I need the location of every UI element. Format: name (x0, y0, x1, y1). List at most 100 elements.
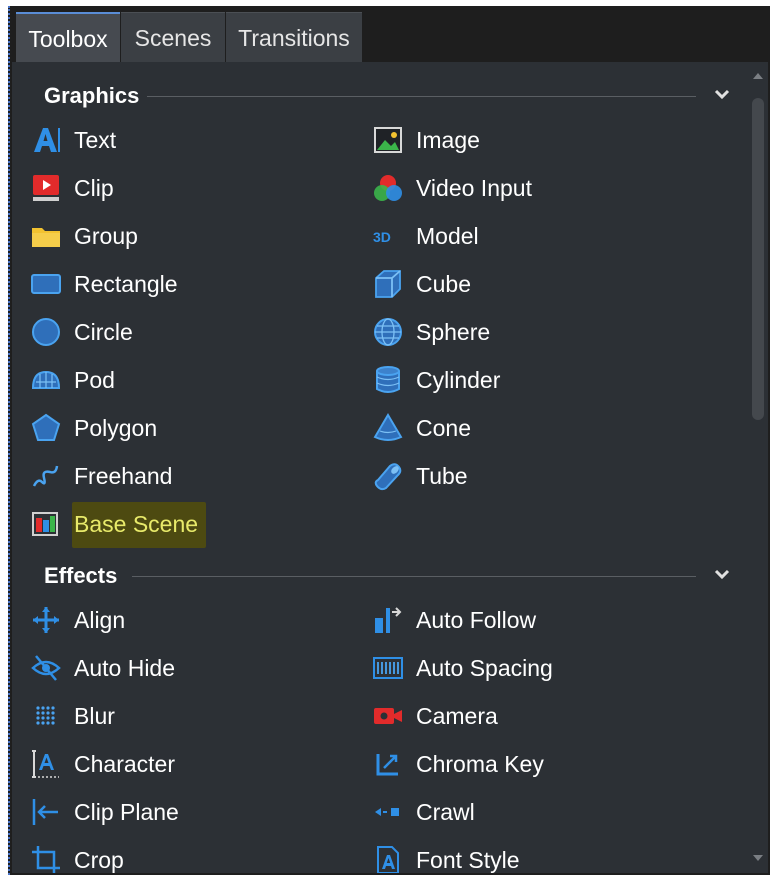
section-divider (132, 576, 696, 577)
circle-icon (32, 318, 60, 346)
effect-label: Auto Spacing (416, 655, 553, 681)
tool-image[interactable]: Image (372, 118, 692, 162)
clip-plane-icon (32, 799, 58, 825)
graphics-section-title: Graphics (44, 78, 148, 114)
tool-clip[interactable]: Clip (30, 166, 350, 210)
tool-tube[interactable]: Tube (372, 454, 692, 498)
effect-crawl[interactable]: Crawl (372, 790, 692, 834)
effect-label: Character (74, 751, 175, 777)
effect-label: Crop (74, 847, 124, 873)
tool-label: Model (416, 223, 479, 249)
polygon-icon (31, 413, 61, 441)
text-icon (34, 128, 60, 152)
cone-icon (373, 413, 403, 441)
crawl-icon (375, 808, 399, 816)
tool-label: Cylinder (416, 367, 501, 393)
tab-toolbox[interactable]: Toolbox (16, 12, 120, 64)
font-style-icon (377, 846, 399, 873)
3d-model-icon: 3D (373, 229, 391, 245)
tool-label: Sphere (416, 319, 491, 345)
effect-clip-plane[interactable]: Clip Plane (30, 790, 350, 834)
effects-section-title: Effects (44, 558, 126, 594)
tool-label: Text (74, 127, 117, 153)
effect-auto-hide[interactable]: Auto Hide (30, 646, 350, 690)
tool-label: Clip (74, 175, 114, 201)
svg-text:3D: 3D (373, 229, 391, 245)
tool-label: Cone (416, 415, 471, 441)
align-icon (33, 607, 59, 633)
folder-icon (32, 228, 60, 247)
vertical-scrollbar[interactable] (748, 62, 768, 873)
effect-font-style[interactable]: Font Style (372, 838, 692, 873)
effect-align[interactable]: Align (30, 598, 350, 642)
tool-pod[interactable]: Pod (30, 358, 350, 402)
tool-cube[interactable]: Cube (372, 262, 692, 306)
effect-chroma-key[interactable]: Chroma Key (372, 742, 692, 786)
tube-icon (374, 463, 402, 491)
toolbox-window: Toolbox Scenes Transitions Graphics Text (8, 6, 770, 875)
chevron-down-icon[interactable] (710, 82, 734, 106)
crop-icon (32, 846, 60, 873)
effect-camera[interactable]: Camera (372, 694, 692, 738)
tool-cone[interactable]: Cone (372, 406, 692, 450)
cylinder-icon (376, 366, 400, 393)
pod-icon (31, 370, 61, 389)
effects-section-header[interactable]: Effects (12, 558, 757, 594)
tool-base-scene[interactable]: Base Scene (30, 502, 350, 548)
video-input-icon (374, 175, 402, 201)
camera-icon (374, 708, 402, 724)
character-icon (32, 750, 59, 778)
auto-follow-icon (375, 607, 402, 633)
tool-rectangle[interactable]: Rectangle (30, 262, 350, 306)
tool-label: Freehand (74, 463, 173, 489)
tool-video-input[interactable]: Video Input (372, 166, 692, 210)
effect-auto-follow[interactable]: Auto Follow (372, 598, 692, 642)
effect-character[interactable]: Character (30, 742, 350, 786)
freehand-icon (32, 465, 59, 487)
tool-label: Polygon (74, 415, 158, 441)
effect-label: Auto Hide (74, 655, 176, 681)
tool-label: Rectangle (74, 271, 178, 297)
scrollbar-thumb[interactable] (752, 98, 764, 420)
chevron-down-icon[interactable] (710, 562, 734, 586)
effect-auto-spacing[interactable]: Auto Spacing (372, 646, 692, 690)
tool-cylinder[interactable]: Cylinder (372, 358, 692, 402)
tool-text[interactable]: Text (30, 118, 350, 162)
effect-label: Auto Follow (416, 607, 537, 633)
cube-icon (375, 270, 401, 298)
clip-icon (33, 175, 59, 201)
effect-label: Font Style (416, 847, 520, 873)
effect-label: Clip Plane (74, 799, 179, 825)
effect-blur[interactable]: Blur (30, 694, 350, 738)
base-scene-icon (32, 512, 58, 536)
rectangle-icon (31, 274, 61, 294)
section-divider (144, 96, 696, 97)
tool-label: Pod (74, 367, 115, 393)
scroll-up-arrow-icon[interactable] (752, 70, 764, 82)
effect-label: Crawl (416, 799, 475, 825)
effect-crop[interactable]: Crop (30, 838, 350, 873)
tool-label: Image (416, 127, 480, 153)
tool-group[interactable]: Group (30, 214, 350, 258)
graphics-section-header[interactable]: Graphics (12, 78, 757, 114)
auto-hide-icon (31, 655, 61, 681)
tool-label-highlighted: Base Scene (72, 502, 207, 548)
tool-label: Video Input (416, 175, 532, 201)
tool-label: Cube (416, 271, 471, 297)
effect-label: Chroma Key (416, 751, 544, 777)
effect-label: Align (74, 607, 126, 633)
tool-polygon[interactable]: Polygon (30, 406, 350, 450)
tool-label: Group (74, 223, 138, 249)
tab-scenes[interactable]: Scenes (121, 12, 225, 63)
tab-bar: Toolbox Scenes Transitions (10, 6, 770, 64)
tool-circle[interactable]: Circle (30, 310, 350, 354)
tool-freehand[interactable]: Freehand (30, 454, 350, 498)
image-icon (374, 127, 402, 153)
scroll-down-arrow-icon[interactable] (752, 852, 764, 864)
toolbox-panel: Graphics Text Clip Group Rectangle Circl… (12, 62, 768, 873)
tool-sphere[interactable]: Sphere (372, 310, 692, 354)
effect-label: Camera (416, 703, 498, 729)
tool-model[interactable]: 3D Model (372, 214, 692, 258)
tab-transitions[interactable]: Transitions (226, 12, 362, 63)
tool-label: Circle (74, 319, 133, 345)
